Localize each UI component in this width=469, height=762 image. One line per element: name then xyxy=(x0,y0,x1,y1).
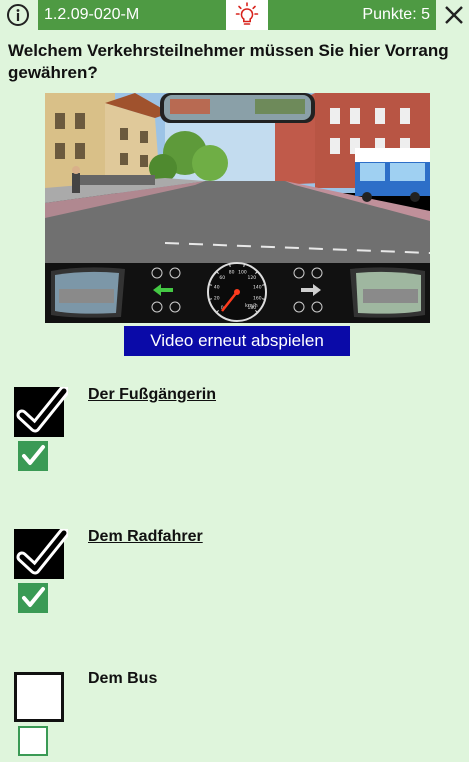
speed-tick-label: 20 xyxy=(214,295,220,301)
speed-tick-label: 140 xyxy=(253,285,262,291)
points-display: Punkte: 5 xyxy=(268,0,436,30)
answer-checkbox[interactable] xyxy=(14,672,64,722)
top-bar: 1.2.09-020-M Punkte: 5 xyxy=(0,0,469,30)
speed-unit-label: km/h xyxy=(245,303,258,309)
lightbulb-icon xyxy=(235,2,259,25)
scene-graphic: 020406080 100120140160180 km/h xyxy=(45,93,430,323)
answer-label[interactable]: Dem Bus xyxy=(88,670,157,688)
answer-checkbox[interactable] xyxy=(14,529,68,579)
hint-button[interactable] xyxy=(226,0,268,30)
speedometer: 020406080 100120140160180 km/h xyxy=(207,262,267,322)
info-icon xyxy=(7,4,29,26)
speed-tick-label: 120 xyxy=(248,275,257,281)
close-icon xyxy=(445,6,463,24)
checkmark-icon xyxy=(16,387,68,433)
answer-label[interactable]: Der Fußgängerin xyxy=(88,386,216,404)
close-button[interactable] xyxy=(440,1,468,29)
traffic-scene-image: 0 20 40 60 80 100 120 140 160 180 km/h xyxy=(45,93,430,323)
answer-checkbox[interactable] xyxy=(14,387,68,437)
speed-tick-label: 40 xyxy=(214,285,220,291)
question-text: Welchem Verkehrsteilnehmer müssen Sie hi… xyxy=(8,41,449,82)
info-button[interactable] xyxy=(4,1,32,29)
replay-video-button[interactable]: Video erneut abspielen xyxy=(124,326,350,356)
solution-checkmark-icon xyxy=(22,587,45,607)
speed-tick-label: 80 xyxy=(229,270,235,276)
checkmark-icon xyxy=(16,529,68,575)
speed-tick-label: 100 xyxy=(238,270,247,276)
solution-indicator xyxy=(18,583,48,613)
solution-indicator xyxy=(18,726,48,756)
question-id: 1.2.09-020-M xyxy=(38,0,226,30)
speed-tick-label: 160 xyxy=(253,295,262,301)
solution-checkmark-icon xyxy=(22,445,45,465)
solution-indicator xyxy=(18,441,48,471)
pedestrian xyxy=(72,173,80,193)
answer-label[interactable]: Dem Radfahrer xyxy=(88,528,203,546)
speed-tick-label: 60 xyxy=(219,275,225,281)
